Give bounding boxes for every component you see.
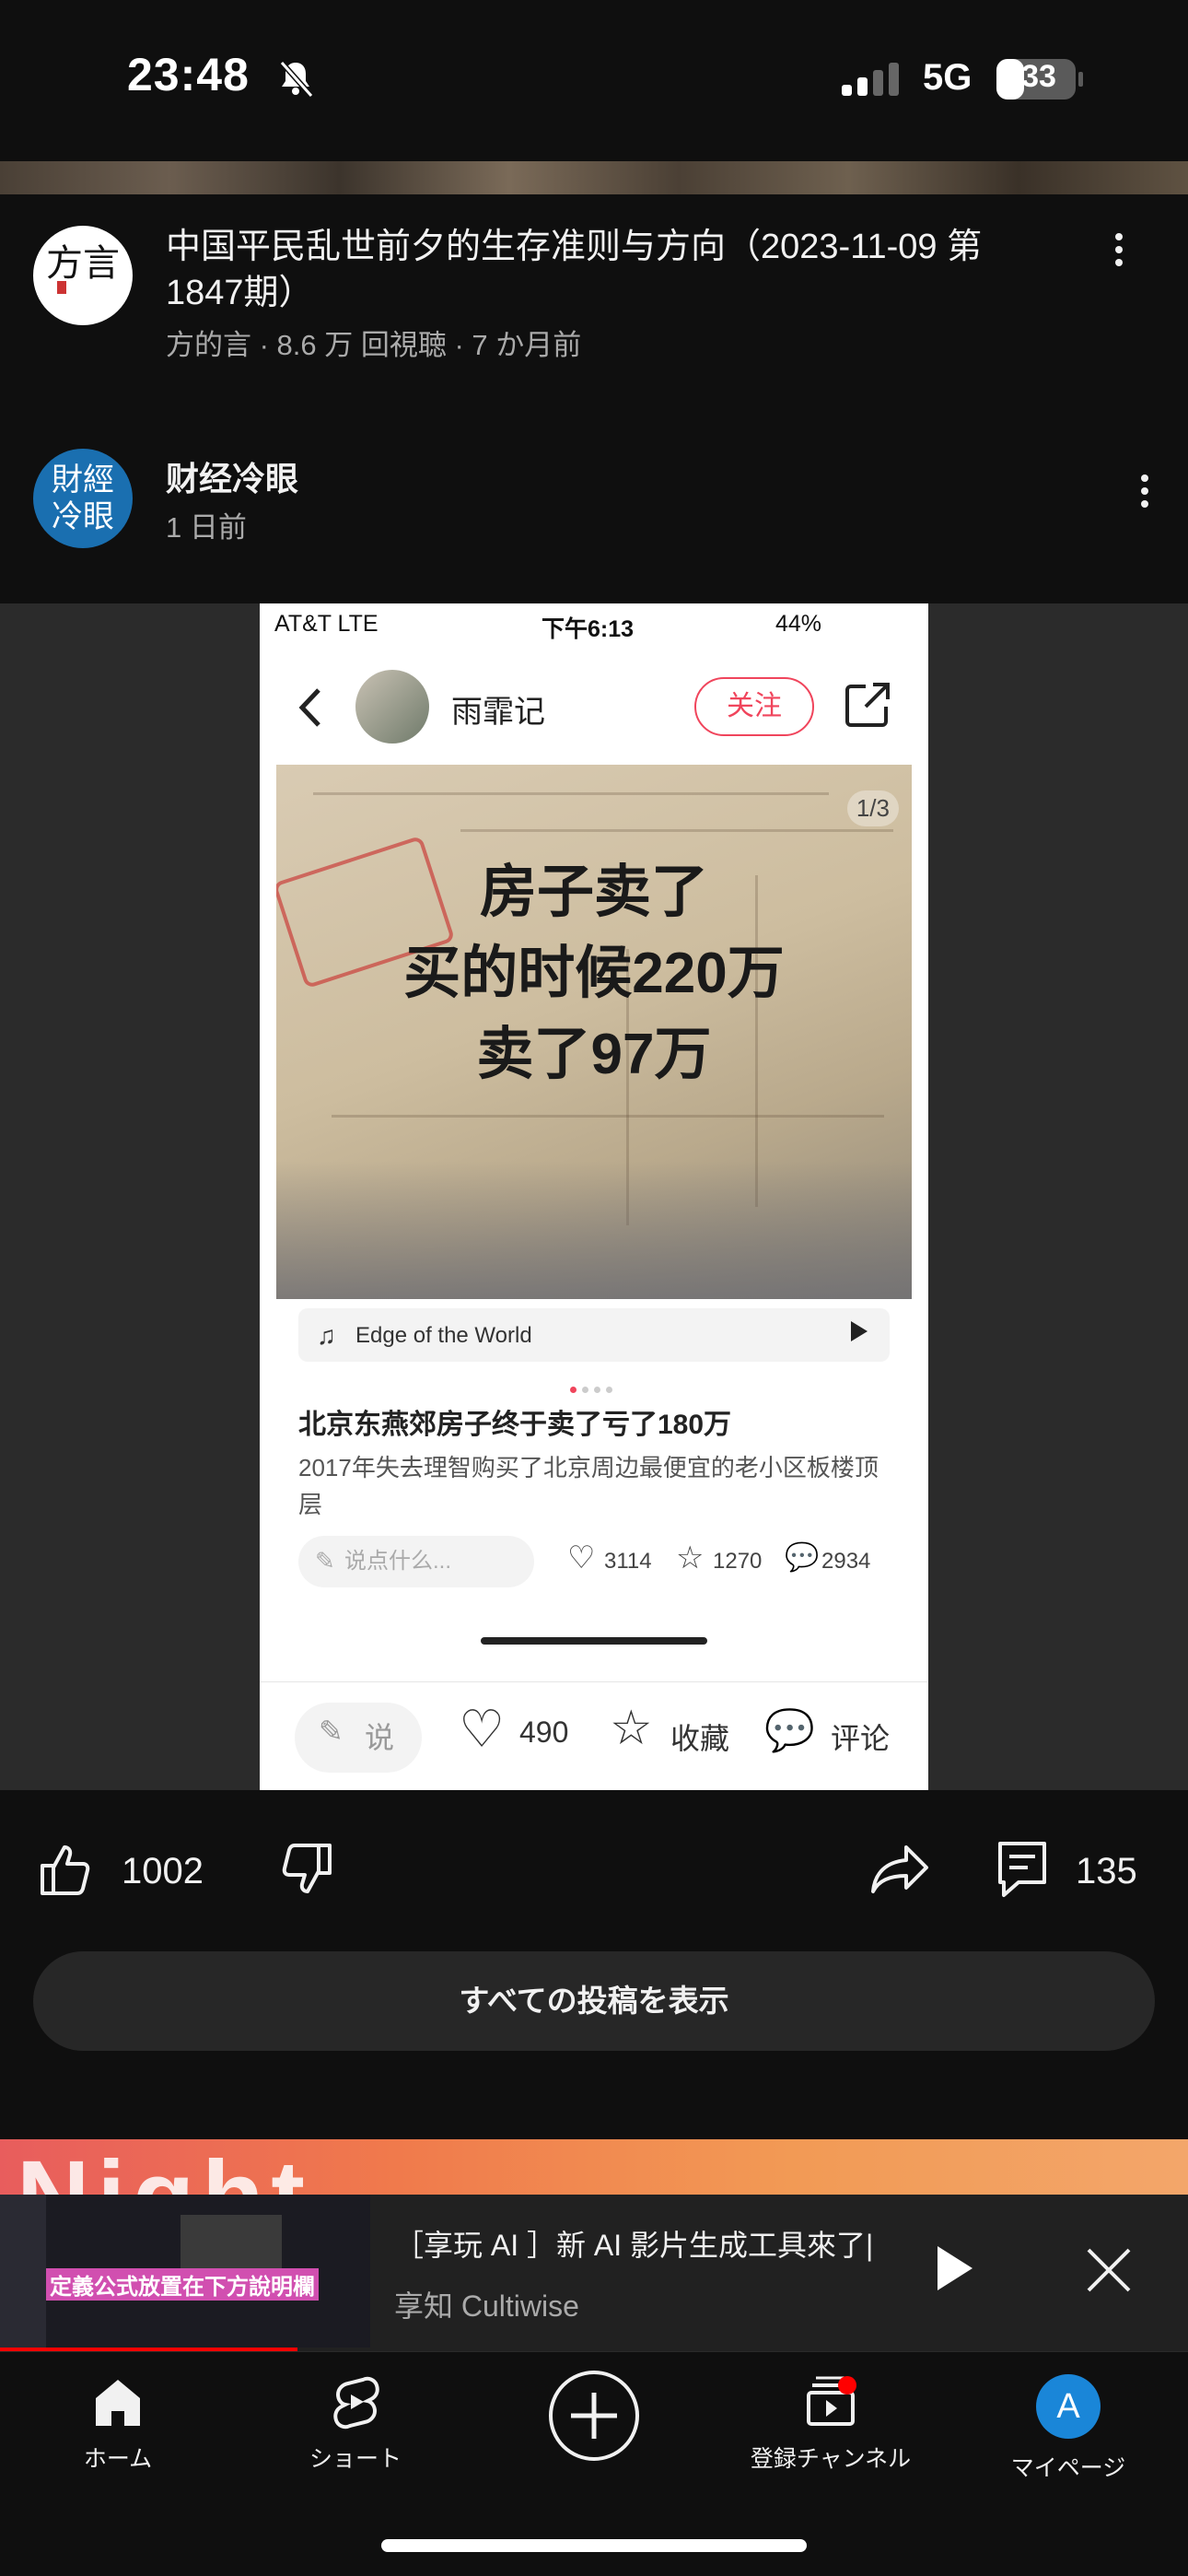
embedded-likes: 3114 — [604, 1549, 652, 1574]
embedded-desc: 2017年失去理智购买了北京周边最便宜的老小区板楼顶层 — [298, 1454, 879, 1518]
embedded-stars: 1270 — [713, 1549, 763, 1574]
heart-icon: ♡ — [567, 1540, 596, 1575]
embedded-follow-button: 关注 — [694, 677, 814, 736]
headline-line-1: 房子卖了 — [479, 861, 708, 924]
video-meta: 方的言 · 8.6 万 回視聴 · 7 か月前 — [166, 329, 582, 361]
create-plus-icon[interactable] — [547, 2369, 641, 2463]
embedded-bottom-say: 说 — [295, 1703, 422, 1773]
headline-line-3: 卖了97万 — [476, 1023, 712, 1086]
account-avatar: A — [1036, 2374, 1101, 2439]
thumbs-down-icon[interactable] — [280, 1842, 335, 1897]
music-play-icon — [851, 1321, 868, 1341]
music-note-icon: ♫ — [317, 1321, 336, 1350]
bottom-heart-icon: ♡ — [459, 1700, 506, 1758]
video-title[interactable]: 中国平民乱世前夕的生存准则与方向（2023-11-09 第1847期） — [166, 224, 1050, 316]
nav-subscriptions[interactable]: 登録チャンネル — [729, 2374, 932, 2474]
home-indicator — [381, 2539, 807, 2552]
post-image: AT&T LTE 下午6:13 44% 雨霏记 关注 1/3 房子卖了 买的时候… — [260, 603, 928, 1790]
post-actions: 1002 135 — [0, 1790, 1188, 1956]
nav-shorts-label: ショート — [309, 2446, 402, 2472]
pencil-icon: ✎ — [315, 1547, 335, 1575]
post-more-icon[interactable] — [1131, 469, 1159, 524]
video-more-icon[interactable] — [1105, 228, 1133, 283]
music-title: Edge of the World — [355, 1323, 532, 1348]
community-post-header: 財經冷眼 财经冷眼 1 日前 — [0, 428, 1188, 603]
status-bar: 23:48 5G 33 — [0, 0, 1188, 161]
pager-dots — [567, 1381, 615, 1398]
comment-count: 135 — [1076, 1851, 1137, 1891]
like-count: 1002 — [122, 1851, 204, 1891]
embedded-comment-row: 说点什么... ✎ ♡ 3114 ☆ 1270 💬 2934 — [298, 1536, 906, 1587]
nav-home-label: ホーム — [83, 2446, 153, 2472]
share-icon[interactable] — [869, 1842, 930, 1897]
post-avatar-text: 財經冷眼 — [52, 462, 114, 535]
thumbs-up-icon[interactable] — [37, 1842, 92, 1897]
star-icon: ☆ — [676, 1540, 705, 1575]
embedded-time: 下午6:13 — [542, 616, 635, 642]
embedded-home-indicator — [481, 1637, 707, 1645]
view-all-posts-button[interactable]: すべての投稿を表示 — [33, 1951, 1155, 2051]
bottom-likes: 490 — [519, 1715, 569, 1749]
bottom-pencil-icon: ✎ — [319, 1715, 344, 1748]
channel-avatar[interactable]: 方言 — [33, 226, 133, 325]
battery-level: 33 — [1021, 59, 1056, 94]
post-time: 1 日前 — [166, 511, 247, 544]
headline-line-2: 买的时候220万 — [403, 942, 785, 1005]
subscriptions-icon — [807, 2376, 856, 2426]
next-item-banner[interactable]: Night — [0, 2139, 1188, 2195]
embedded-title: 北京东燕郊房子终于卖了亏了180万 — [298, 1410, 732, 1440]
bottom-comment-icon: 💬 — [764, 1708, 815, 1753]
bottom-star-icon: ☆ — [610, 1702, 653, 1755]
mini-player-channel: 享知 Cultiwise — [394, 2289, 579, 2323]
photo-headline: 房子卖了 买的时候220万 卖了97万 — [276, 852, 912, 1095]
bottom-fav: 收藏 — [670, 1722, 730, 1755]
mini-player-title[interactable]: ［享玩 AI ］新 AI 影片生成工具來了|... — [394, 2222, 873, 2265]
post-channel-name[interactable]: 财经冷眼 — [166, 452, 298, 500]
bottom-comment: 评论 — [831, 1722, 891, 1755]
nav-you-label: マイページ — [1010, 2455, 1126, 2481]
music-bar: ♫ Edge of the World — [298, 1308, 890, 1362]
photo-counter: 1/3 — [846, 790, 899, 826]
network-type: 5G — [923, 57, 973, 98]
previous-thumbnail-strip[interactable] — [0, 161, 1188, 194]
shorts-icon — [333, 2376, 379, 2430]
mini-player-thumbnail[interactable]: 定義公式放置在下方說明欄 — [0, 2195, 370, 2348]
status-time: 23:48 — [127, 49, 250, 100]
post-image-area[interactable]: AT&T LTE 下午6:13 44% 雨霏记 关注 1/3 房子卖了 买的时候… — [0, 603, 1188, 1790]
back-chevron-icon — [298, 688, 320, 727]
embedded-nav: 雨霏记 关注 — [260, 659, 928, 751]
post-channel-avatar[interactable]: 財經冷眼 — [33, 449, 133, 548]
thumbnail-caption: 定義公式放置在下方說明欄 — [46, 2268, 319, 2301]
comment-bubble-icon: 💬 — [785, 1542, 820, 1573]
embedded-carrier: AT&T LTE — [274, 611, 379, 637]
photo-shadow — [276, 1161, 912, 1299]
play-icon[interactable] — [938, 2246, 973, 2290]
nav-home[interactable]: ホーム — [17, 2374, 219, 2474]
embedded-battery: 44% — [775, 611, 822, 637]
embedded-photo: 1/3 房子卖了 买的时候220万 卖了97万 — [276, 765, 912, 1299]
embedded-status-bar: AT&T LTE 下午6:13 44% — [260, 603, 928, 644]
close-icon[interactable] — [1083, 2244, 1135, 2296]
bell-muted-icon — [279, 61, 314, 98]
mini-player[interactable]: 定義公式放置在下方說明欄 ［享玩 AI ］新 AI 影片生成工具來了|... 享… — [0, 2195, 1188, 2351]
banner-text: Night — [17, 2147, 312, 2195]
nav-you[interactable]: A マイページ — [967, 2374, 1170, 2483]
cellular-signal-icon — [842, 63, 899, 96]
embedded-comments: 2934 — [821, 1549, 871, 1574]
avatar-calligraphy: 方言 — [46, 242, 120, 285]
embedded-username: 雨霏记 — [451, 695, 545, 730]
avatar-seal — [57, 281, 66, 294]
embedded-user-avatar — [355, 670, 429, 744]
nav-subscriptions-label: 登録チャンネル — [750, 2446, 912, 2472]
video-item[interactable]: 方言 中国平民乱世前夕的生存准则与方向（2023-11-09 第1847期） 方… — [0, 194, 1188, 379]
comment-icon[interactable] — [996, 1840, 1048, 1899]
embedded-bottom-bar: 说 ✎ ♡ 490 ☆ 收藏 💬 评论 — [260, 1681, 928, 1790]
home-icon — [96, 2380, 140, 2426]
nav-shorts[interactable]: ショート — [254, 2374, 457, 2474]
external-share-icon — [845, 683, 890, 727]
